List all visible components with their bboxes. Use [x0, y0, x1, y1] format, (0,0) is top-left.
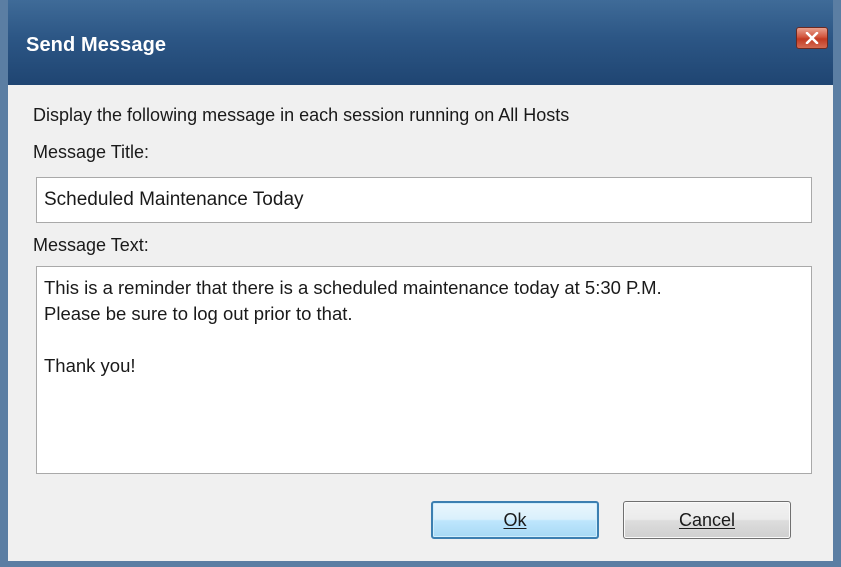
- message-text-area[interactable]: This is a reminder that there is a sched…: [36, 266, 812, 474]
- message-title-input[interactable]: Scheduled Maintenance Today: [36, 177, 812, 223]
- cancel-button[interactable]: Cancel: [623, 501, 791, 539]
- dialog-title: Send Message: [26, 34, 167, 56]
- message-text-label: Message Text:: [33, 235, 149, 255]
- send-message-dialog: Send Message Display the following messa…: [0, 0, 841, 567]
- message-text-line: Thank you!: [44, 355, 136, 376]
- instruction-text: Display the following message in each se…: [33, 105, 570, 125]
- message-text-line: This is a reminder that there is a sched…: [44, 277, 662, 298]
- message-text-line: Please be sure to log out prior to that.: [44, 303, 353, 324]
- ok-button[interactable]: Ok: [431, 501, 599, 539]
- message-text-line: [44, 327, 804, 353]
- dialog-body: Display the following message in each se…: [8, 85, 833, 561]
- message-title-label: Message Title:: [33, 142, 150, 162]
- title-bar[interactable]: Send Message: [8, 0, 833, 85]
- close-icon: [805, 32, 819, 44]
- close-button[interactable]: [796, 27, 828, 49]
